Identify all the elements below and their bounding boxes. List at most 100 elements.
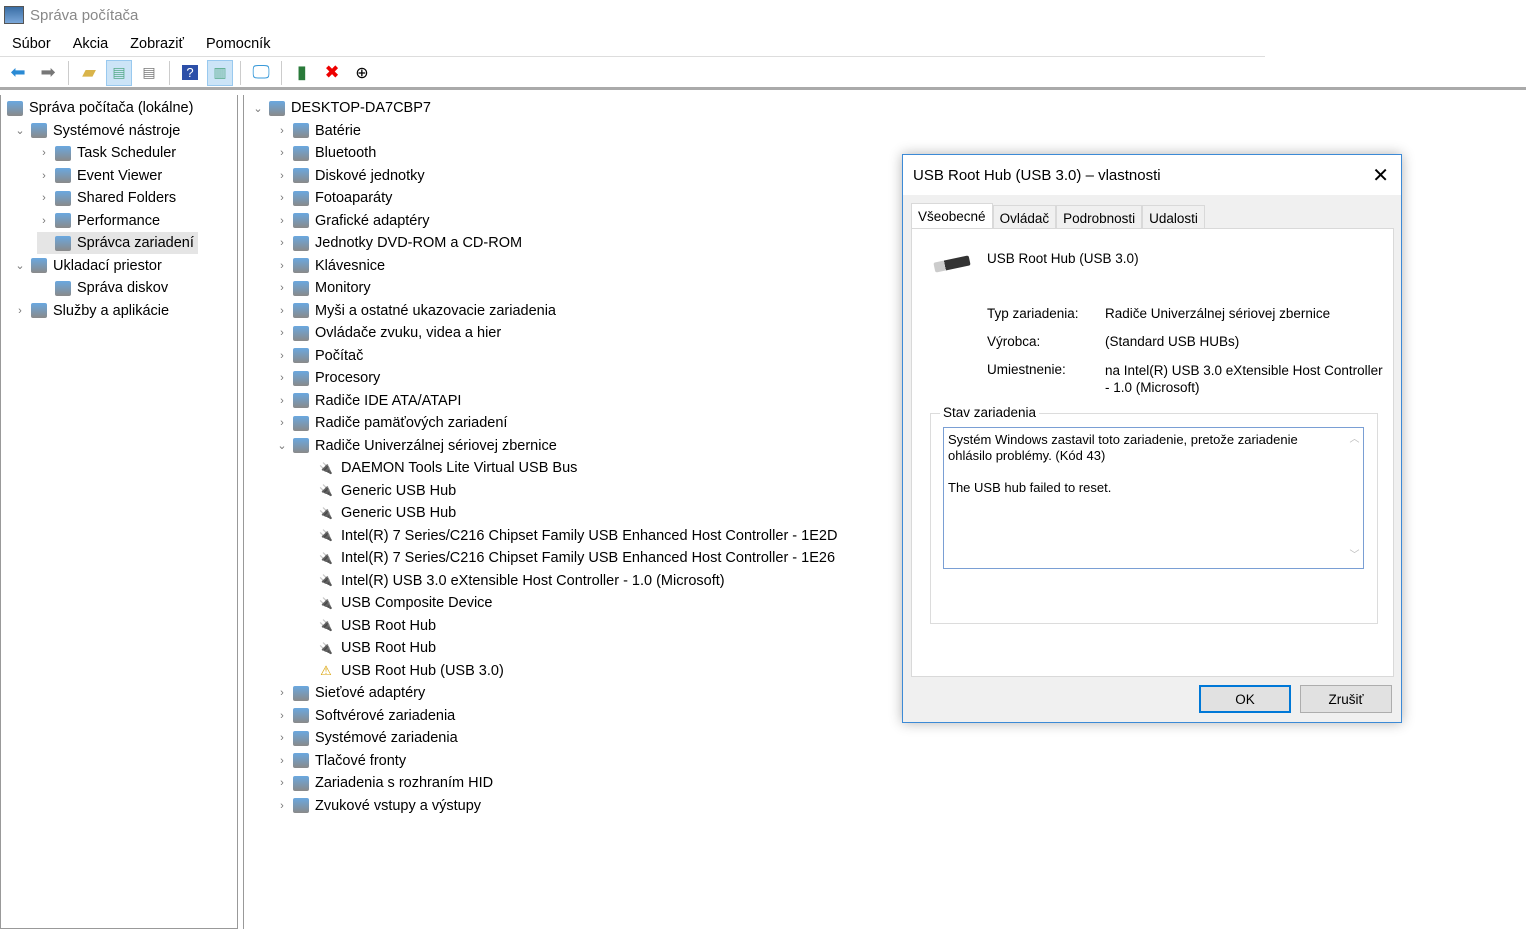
menu-view[interactable]: Zobraziť (120, 36, 194, 52)
tree-item[interactable]: › Jednotky DVD-ROM a CD-ROM (275, 232, 522, 254)
tree-item[interactable]: › Grafické adaptéry (275, 210, 429, 232)
chevron-right-icon[interactable]: › (37, 170, 51, 182)
chevron-down-icon[interactable]: ⌄ (13, 124, 27, 137)
uninstall-icon[interactable]: ✖ (319, 60, 345, 86)
tree-item[interactable]: › Fotoaparáty (275, 187, 392, 209)
chevron-right-icon[interactable]: › (275, 755, 289, 767)
chevron-right-icon[interactable]: › (37, 192, 51, 204)
tree-item[interactable]: › Sieťové adaptéry (275, 682, 425, 704)
chevron-right-icon[interactable]: › (275, 237, 289, 249)
tree-item[interactable]: › Zariadenia s rozhraním HID (275, 772, 493, 794)
tree-item[interactable]: ⚠ USB Root Hub (USB 3.0) (299, 660, 504, 682)
cancel-button[interactable]: Zrušiť (1300, 685, 1392, 713)
ok-button[interactable]: OK (1199, 685, 1291, 713)
tree-item[interactable]: › Monitory (275, 277, 370, 299)
up-folder-icon[interactable]: ▰ (76, 60, 102, 86)
chevron-right-icon[interactable]: › (275, 710, 289, 722)
scrollbar[interactable]: ︿ ﹀ (1346, 428, 1363, 568)
tree-item-label: USB Root Hub (USB 3.0) (341, 662, 504, 679)
tree-item[interactable]: › Počítač (275, 345, 363, 367)
chevron-right-icon[interactable]: › (275, 687, 289, 699)
chevron-right-icon[interactable]: › (275, 125, 289, 137)
chevron-right-icon[interactable]: › (275, 777, 289, 789)
tree-item[interactable]: › Bluetooth (275, 142, 376, 164)
chevron-right-icon[interactable]: › (275, 170, 289, 182)
chevron-right-icon[interactable]: › (275, 372, 289, 384)
tree-item[interactable]: › Diskové jednotky (275, 165, 424, 187)
tree-item[interactable]: › Ovládače zvuku, videa a hier (275, 322, 501, 344)
tree-item[interactable]: 🔌 Generic USB Hub (299, 480, 456, 502)
chevron-right-icon[interactable]: › (275, 305, 289, 317)
tree-item[interactable]: Správca zariadení (37, 232, 198, 254)
chevron-right-icon[interactable]: › (275, 260, 289, 272)
tree-item[interactable]: Správa diskov (37, 277, 168, 299)
chevron-right-icon[interactable]: › (275, 192, 289, 204)
disable-icon[interactable]: ⊕ (349, 60, 375, 86)
tree-item[interactable]: › Task Scheduler (37, 142, 176, 164)
tree-item[interactable]: 🔌 Intel(R) 7 Series/C216 Chipset Family U… (299, 547, 835, 569)
tree-item[interactable]: › Batérie (275, 120, 361, 142)
device-icon: 🔌 (319, 597, 333, 610)
help-icon[interactable]: ? (177, 60, 203, 86)
tree-item[interactable]: ⌄ Ukladací priestor (13, 255, 161, 277)
tree-item[interactable]: 🔌 Intel(R) 7 Series/C216 Chipset Family U… (299, 525, 837, 547)
menu-bar: Súbor Akcia Zobraziť Pomocník (0, 31, 1265, 57)
tree-item[interactable]: ⌄ Radiče Univerzálnej sériovej zbernice (275, 435, 556, 457)
chevron-down-icon[interactable]: ⌄ (13, 259, 27, 272)
tree-item[interactable]: 🔌 DAEMON Tools Lite Virtual USB Bus (299, 457, 577, 479)
tree-item[interactable]: ⌄ Systémové nástroje (13, 120, 180, 142)
tree-item[interactable]: › Event Viewer (37, 165, 162, 187)
tree-item-label: Správca zariadení (77, 235, 194, 251)
show-action-pane-icon[interactable]: ▥ (207, 59, 233, 86)
tree-item[interactable]: ⌄ DESKTOP-DA7CBP7 (251, 97, 431, 119)
menu-action[interactable]: Akcia (63, 36, 118, 52)
chevron-right-icon[interactable]: › (13, 305, 27, 317)
tree-item[interactable]: › Shared Folders (37, 187, 176, 209)
tree-item-label: Intel(R) USB 3.0 eXtensible Host Control… (341, 572, 725, 589)
tree-item-label: Radiče pamäťových zariadení (315, 415, 508, 431)
tree-item[interactable]: 🔌 USB Composite Device (299, 592, 492, 614)
tree-item[interactable]: › Myši a ostatné ukazovacie zariadenia (275, 300, 556, 322)
back-icon[interactable]: ⬅ (5, 60, 31, 86)
tree-item[interactable]: › Tlačové fronty (275, 750, 406, 772)
chevron-right-icon[interactable]: › (37, 147, 51, 159)
menu-file[interactable]: Súbor (2, 36, 61, 52)
forward-icon[interactable]: ➡ (35, 60, 61, 86)
tree-item[interactable]: › Softvérové zariadenia (275, 705, 455, 727)
chevron-down-icon[interactable]: ⌄ (251, 102, 265, 115)
dialog-title: USB Root Hub (USB 3.0) – vlastnosti (913, 166, 1161, 184)
monitor-icon[interactable]: 🖵 (248, 60, 274, 86)
chevron-right-icon[interactable]: › (275, 395, 289, 407)
show-hide-tree-icon[interactable]: ▤ (106, 59, 132, 86)
tree-item-label: USB Root Hub (341, 640, 437, 656)
tree-item[interactable]: 🔌 USB Root Hub (299, 615, 436, 637)
tree-item[interactable]: › Služby a aplikácie (13, 300, 169, 322)
chevron-right-icon[interactable]: › (275, 417, 289, 429)
tree-item[interactable]: 🔌 Generic USB Hub (299, 502, 456, 524)
tree-item[interactable]: › Radiče pamäťových zariadení (275, 412, 507, 434)
chevron-right-icon[interactable]: › (275, 147, 289, 159)
tree-item[interactable]: › Klávesnice (275, 255, 385, 277)
tree-item[interactable]: 🔌 USB Root Hub (299, 637, 436, 659)
chevron-right-icon[interactable]: › (275, 800, 289, 812)
chevron-right-icon[interactable]: › (37, 215, 51, 227)
update-driver-icon[interactable]: ▮ (289, 60, 315, 86)
chevron-right-icon[interactable]: › (275, 350, 289, 362)
status-textarea[interactable]: Systém Windows zastavil toto zariadenie,… (943, 427, 1364, 569)
menu-help[interactable]: Pomocník (196, 36, 280, 52)
console-tree: Správa počítača (lokálne) ⌄ Systémové nást… (0, 95, 238, 929)
tree-item[interactable]: › Procesory (275, 367, 380, 389)
tree-item[interactable]: Správa počítača (lokálne) (0, 97, 193, 119)
tree-item[interactable]: › Zvukové vstupy a výstupy (275, 795, 481, 817)
close-icon[interactable]: ✕ (1372, 163, 1389, 188)
chevron-right-icon[interactable]: › (275, 215, 289, 227)
chevron-right-icon[interactable]: › (275, 282, 289, 294)
tree-item[interactable]: › Radiče IDE ATA/ATAPI (275, 390, 461, 412)
chevron-down-icon[interactable]: ⌄ (275, 439, 289, 452)
chevron-right-icon[interactable]: › (275, 732, 289, 744)
properties-icon[interactable]: ▤ (136, 60, 162, 86)
chevron-right-icon[interactable]: › (275, 327, 289, 339)
tree-item[interactable]: 🔌 Intel(R) USB 3.0 eXtensible Host Contro… (299, 570, 725, 592)
tree-item[interactable]: › Performance (37, 210, 160, 232)
tree-item[interactable]: › Systémové zariadenia (275, 727, 458, 749)
